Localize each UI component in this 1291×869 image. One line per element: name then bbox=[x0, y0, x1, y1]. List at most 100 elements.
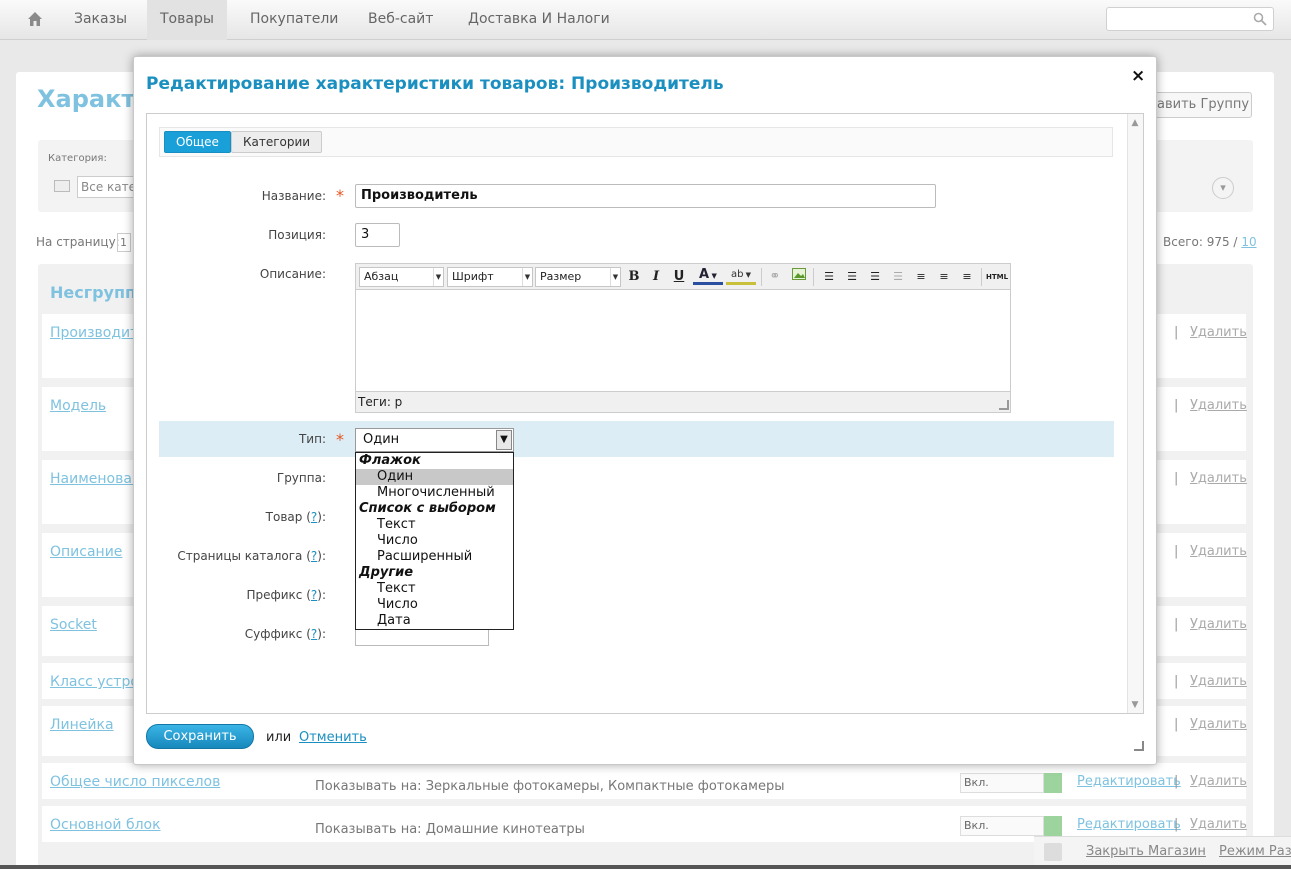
dev-mode-link[interactable]: Режим Разр bbox=[1219, 844, 1291, 859]
position-input[interactable]: 3 bbox=[355, 223, 400, 247]
bold-icon[interactable]: B bbox=[624, 267, 644, 287]
unordered-list-icon[interactable]: ☰ bbox=[842, 267, 862, 287]
type-option[interactable]: Текст bbox=[356, 581, 513, 597]
type-option[interactable]: Расширенный bbox=[356, 549, 513, 565]
chevron-down-icon[interactable]: ▼ bbox=[496, 430, 512, 450]
bottom-border bbox=[0, 865, 1291, 869]
pencil-icon[interactable] bbox=[1044, 843, 1062, 861]
text-color-icon[interactable]: A ▼ bbox=[693, 267, 723, 285]
nav-products[interactable]: Товары bbox=[147, 0, 227, 40]
dialog-scrollbar[interactable] bbox=[1127, 114, 1143, 713]
type-option[interactable]: Число bbox=[356, 533, 513, 549]
search-input[interactable] bbox=[1106, 7, 1274, 31]
type-option[interactable]: Один bbox=[356, 469, 513, 485]
dialog-resize-handle[interactable] bbox=[1134, 741, 1144, 751]
size-select[interactable]: Размер ▼ bbox=[535, 267, 621, 287]
help-icon[interactable]: ? bbox=[311, 588, 317, 602]
delete-link[interactable]: Удалить bbox=[1190, 471, 1247, 486]
delete-link[interactable]: Удалить bbox=[1190, 674, 1247, 689]
tab-general[interactable]: Общее bbox=[164, 131, 231, 153]
underline-icon[interactable]: U bbox=[669, 267, 689, 287]
help-icon[interactable]: ? bbox=[311, 510, 317, 524]
catalog-pages-label-text: Страницы каталога bbox=[177, 549, 303, 563]
name-label: Название: bbox=[261, 189, 326, 203]
save-button[interactable]: Сохранить bbox=[146, 724, 254, 749]
option-group-label: Список с выбором bbox=[359, 501, 496, 516]
row-show-on: Показывать на: Домашние кинотеатры bbox=[315, 822, 585, 837]
nav-customers[interactable]: Покупатели bbox=[237, 0, 351, 40]
feature-link[interactable]: Модель bbox=[50, 398, 106, 414]
add-group-button[interactable]: бавить Группу bbox=[1148, 92, 1252, 118]
per-page-label: На страницу: bbox=[36, 235, 120, 249]
delete-link[interactable]: Удалить bbox=[1190, 817, 1247, 832]
row-show-on: Показывать на: Зеркальные фотокамеры, Ко… bbox=[315, 779, 785, 794]
feature-link[interactable]: Общее число пикселов bbox=[50, 774, 220, 790]
toolbar-divider bbox=[981, 268, 982, 286]
feature-link[interactable]: Линейка bbox=[50, 717, 114, 733]
total-label: Всего: 975 / bbox=[1163, 235, 1238, 249]
delete-link[interactable]: Удалить bbox=[1190, 774, 1247, 789]
nav-shipping-taxes[interactable]: Доставка И Налоги bbox=[455, 0, 623, 40]
chevron-down-icon: ▼ bbox=[522, 268, 532, 286]
help-icon[interactable]: ? bbox=[311, 549, 317, 563]
delete-link[interactable]: Удалить bbox=[1190, 544, 1247, 559]
type-option[interactable]: Число bbox=[356, 597, 513, 613]
top-navigation: Заказы Товары Покупатели Веб-сайт Достав… bbox=[0, 0, 1291, 40]
status-select[interactable]: Вкл. bbox=[960, 773, 1044, 793]
italic-icon[interactable]: I bbox=[646, 267, 666, 287]
feature-link[interactable]: Класс устро bbox=[50, 674, 139, 690]
align-right-icon[interactable]: ≡ bbox=[957, 267, 977, 287]
delete-link[interactable]: Удалить bbox=[1190, 398, 1247, 413]
home-icon[interactable] bbox=[27, 11, 43, 27]
editor-resize-handle[interactable] bbox=[999, 400, 1009, 410]
type-option[interactable]: Дата bbox=[356, 613, 513, 629]
outdent-icon[interactable]: ☰ bbox=[865, 267, 885, 287]
font-select[interactable]: Шрифт ▼ bbox=[447, 267, 533, 287]
refresh-icon[interactable] bbox=[1044, 816, 1062, 836]
help-icon[interactable]: ? bbox=[311, 627, 317, 641]
group-label: Группа: bbox=[276, 471, 326, 485]
catalog-pages-label: Страницы каталога (?): bbox=[177, 549, 326, 563]
option-group-label: Флажок bbox=[359, 453, 421, 468]
indent-icon[interactable]: ☰ bbox=[888, 267, 908, 287]
close-store-link[interactable]: Закрыть Магазин bbox=[1086, 844, 1206, 859]
align-left-icon[interactable]: ≡ bbox=[911, 267, 931, 287]
highlight-icon[interactable]: ab ▼ bbox=[726, 267, 756, 285]
category-picker-icon[interactable] bbox=[54, 180, 70, 192]
feature-link[interactable]: Описание bbox=[50, 544, 122, 560]
image-icon[interactable] bbox=[789, 267, 809, 287]
edit-link[interactable]: Редактировать bbox=[1077, 817, 1181, 832]
edit-link[interactable]: Редактировать bbox=[1077, 774, 1181, 789]
tab-categories[interactable]: Категории bbox=[231, 131, 323, 153]
html-source-icon[interactable]: HTML bbox=[985, 267, 1009, 287]
nav-orders[interactable]: Заказы bbox=[61, 0, 140, 40]
delete-link[interactable]: Удалить bbox=[1190, 325, 1247, 340]
size-value: Размер bbox=[540, 270, 582, 283]
nav-website[interactable]: Веб-сайт bbox=[355, 0, 446, 40]
link-icon[interactable]: ⚭ bbox=[765, 267, 785, 287]
search-icon[interactable] bbox=[1253, 12, 1267, 26]
expand-filter-icon[interactable]: ▾ bbox=[1212, 177, 1234, 199]
refresh-icon[interactable] bbox=[1044, 773, 1062, 793]
feature-link[interactable]: Основной блок bbox=[50, 817, 161, 833]
delete-link[interactable]: Удалить bbox=[1190, 717, 1247, 732]
format-select[interactable]: Абзац ▼ bbox=[359, 267, 444, 287]
scroll-down-icon[interactable]: ▼ bbox=[1129, 699, 1141, 711]
text-color-label: A bbox=[699, 267, 710, 282]
type-select[interactable]: Один ▼ bbox=[355, 428, 514, 452]
close-icon[interactable]: × bbox=[1131, 66, 1145, 86]
dialog-title: Редактирование характеристики товаров: П… bbox=[146, 74, 724, 94]
feature-link[interactable]: Socket bbox=[50, 617, 97, 633]
type-option[interactable]: Текст bbox=[356, 517, 513, 533]
name-input[interactable]: Производитель bbox=[355, 184, 936, 208]
align-center-icon[interactable]: ≡ bbox=[934, 267, 954, 287]
delete-link[interactable]: Удалить bbox=[1190, 617, 1247, 632]
total-pages-link[interactable]: 10 bbox=[1241, 235, 1256, 249]
image-icon-graphic bbox=[792, 268, 806, 280]
feature-link[interactable]: Производит bbox=[50, 325, 138, 341]
scroll-up-icon[interactable]: ▲ bbox=[1129, 117, 1141, 129]
cancel-link[interactable]: Отменить bbox=[299, 730, 367, 745]
ordered-list-icon[interactable]: ☰ bbox=[819, 267, 839, 287]
status-select[interactable]: Вкл. bbox=[960, 816, 1044, 836]
type-option[interactable]: Многочисленный bbox=[356, 485, 513, 501]
